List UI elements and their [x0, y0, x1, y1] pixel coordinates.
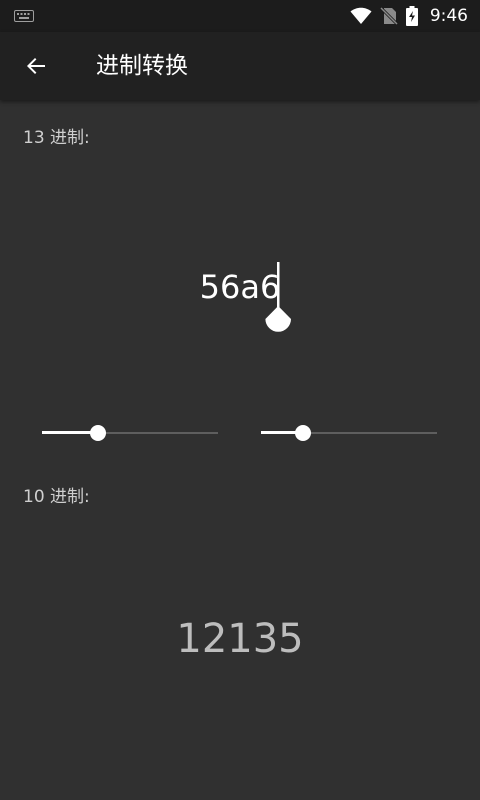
number-input[interactable]: 56a6: [0, 250, 480, 340]
input-base-label: 13 进制:: [23, 128, 90, 148]
source-base-slider[interactable]: [42, 422, 218, 444]
no-sim-icon: [379, 7, 398, 25]
output-base-label: 10 进制:: [23, 487, 90, 507]
wifi-icon: [350, 7, 372, 24]
app-bar: 进制转换: [0, 32, 480, 100]
target-base-slider-thumb[interactable]: [295, 425, 312, 441]
source-base-slider-thumb[interactable]: [90, 425, 107, 441]
keyboard-icon: [14, 10, 34, 22]
target-base-slider[interactable]: [261, 422, 437, 444]
back-button[interactable]: [14, 44, 58, 88]
status-icons: 9:46: [350, 0, 468, 32]
status-bar: 9:46: [0, 0, 480, 32]
page-title: 进制转换: [96, 53, 188, 79]
conversion-result: 12135: [176, 616, 304, 662]
arrow-left-icon: [27, 58, 45, 74]
text-cursor-handle-icon[interactable]: [264, 262, 294, 338]
battery-charging-icon: [405, 6, 418, 26]
number-input-text[interactable]: 56a6: [0, 268, 480, 306]
status-time: 9:46: [429, 6, 468, 26]
